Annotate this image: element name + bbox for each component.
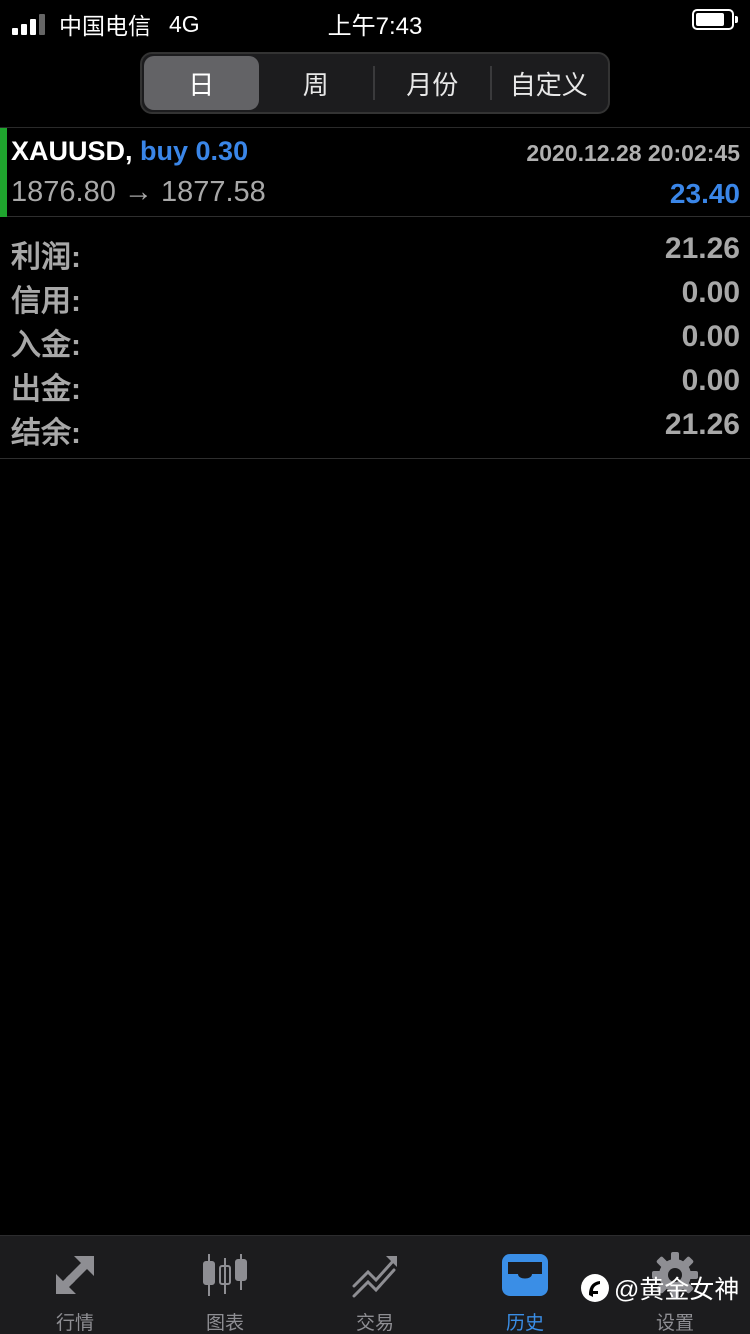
tab-label: 行情 xyxy=(55,1313,94,1334)
deal-prices: 1876.80 → 1877.58 xyxy=(11,176,266,208)
tab-custom[interactable]: 自定义 xyxy=(492,56,607,110)
summary-value: 21.26 xyxy=(664,408,740,441)
deal-profit: 23.40 xyxy=(669,178,740,209)
summary-row-deposit: 入金: 0.00 xyxy=(0,316,750,362)
tab-trade[interactable]: 交易 xyxy=(300,1236,450,1334)
deal-symbol-line: XAUUSD, buy 0.30 xyxy=(11,136,248,167)
summary-value: 21.26 xyxy=(664,232,740,265)
tab-label: 历史 xyxy=(505,1313,544,1334)
tab-label: 图表 xyxy=(205,1313,244,1334)
tab-label: 设置 xyxy=(655,1313,694,1334)
summary-row-balance: 结余: 21.26 xyxy=(0,404,750,450)
summary-label: 出金: xyxy=(11,373,81,406)
weibo-logo-icon xyxy=(581,1274,609,1302)
buy-indicator-bar xyxy=(0,128,7,217)
trade-trend-icon xyxy=(352,1256,397,1298)
watermark: @黄金女神 xyxy=(580,1270,739,1306)
summary-row-withdrawal: 出金: 0.00 xyxy=(0,360,750,406)
history-inbox-icon xyxy=(502,1254,548,1296)
deal-row[interactable]: XAUUSD, buy 0.30 2020.12.28 20:02:45 187… xyxy=(0,128,750,217)
tab-charts[interactable]: 图表 xyxy=(150,1236,300,1334)
tab-history[interactable]: 历史 xyxy=(450,1236,600,1334)
tab-label: 交易 xyxy=(355,1313,394,1334)
summary-value: 0.00 xyxy=(681,276,740,309)
tab-month[interactable]: 月份 xyxy=(375,56,490,110)
deal-time: 2020.12.28 20:02:45 xyxy=(526,140,740,166)
period-segmented-control: 日 周 月份 自定义 xyxy=(140,52,610,114)
summary-label: 利润: xyxy=(11,241,81,274)
summary-label: 信用: xyxy=(11,285,81,318)
summary-value: 0.00 xyxy=(681,364,740,397)
summary-value: 0.00 xyxy=(681,320,740,353)
tab-week[interactable]: 周 xyxy=(259,56,374,110)
summary-row-credit: 信用: 0.00 xyxy=(0,272,750,318)
tab-day[interactable]: 日 xyxy=(144,56,259,110)
watermark-text: @黄金女神 xyxy=(614,1276,740,1304)
history-screen: 中国电信 4G 上午7:43 日 周 月份 自定义 XAUUSD, buy 0.… xyxy=(0,0,750,1334)
quotes-arrows-icon xyxy=(56,1256,94,1294)
status-time: 上午7:43 xyxy=(327,13,423,40)
summary-label: 入金: xyxy=(11,329,81,362)
tab-quotes[interactable]: 行情 xyxy=(0,1236,150,1334)
deal-symbol: XAUUSD, xyxy=(11,136,133,166)
candlestick-chart-icon xyxy=(203,1254,247,1296)
deal-side-volume: buy 0.30 xyxy=(140,136,249,166)
summary-row-profit: 利润: 21.26 xyxy=(0,228,750,274)
status-bar: 中国电信 4G 上午7:43 xyxy=(0,0,750,40)
summary-label: 结余: xyxy=(11,417,81,450)
account-summary: 利润: 21.26 信用: 0.00 入金: 0.00 出金: 0.00 结余:… xyxy=(0,228,750,459)
battery-icon xyxy=(692,9,738,30)
